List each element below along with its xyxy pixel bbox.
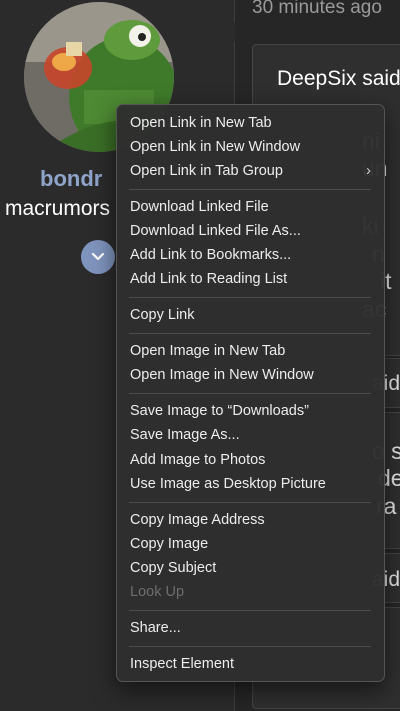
menu-item-save-image-as[interactable]: Save Image As... [130,424,375,446]
menu-separator [129,502,371,503]
menu-item-download-linked-file[interactable]: Download Linked File [130,196,375,218]
menu-item-add-link-reading-list[interactable]: Add Link to Reading List [130,268,375,290]
menu-item-copy-image[interactable]: Copy Image [130,533,375,555]
post-timestamp[interactable]: 30 minutes ago [252,0,382,19]
menu-item-open-link-new-window[interactable]: Open Link in New Window [130,136,375,158]
menu-item-copy-link[interactable]: Copy Link [130,304,375,326]
menu-item-download-linked-file-as[interactable]: Download Linked File As... [130,220,375,242]
menu-item-copy-image-address[interactable]: Copy Image Address [130,509,375,531]
menu-item-save-image-downloads[interactable]: Save Image to “Downloads” [130,400,375,422]
menu-item-look-up: Look Up [130,584,185,600]
menu-item-copy-subject[interactable]: Copy Subject [130,557,375,579]
menu-separator [129,646,371,647]
menu-separator [129,297,371,298]
chevron-down-icon [91,252,105,261]
expand-user-button[interactable] [81,240,115,274]
menu-separator [129,189,371,190]
username[interactable]: bondr [40,166,102,192]
menu-separator [129,333,371,334]
chevron-right-icon: › [366,162,371,179]
menu-item-open-image-new-window[interactable]: Open Image in New Window [130,364,375,386]
menu-item-open-link-tab-group[interactable]: Open Link in Tab Group › [130,160,375,182]
menu-item-open-image-new-tab[interactable]: Open Image in New Tab [130,340,375,362]
post-pointer [224,22,235,42]
menu-item-add-image-photos[interactable]: Add Image to Photos [130,449,375,471]
quote-author[interactable]: DeepSix said [277,67,400,91]
menu-item-add-link-bookmarks[interactable]: Add Link to Bookmarks... [130,244,375,266]
menu-separator [129,393,371,394]
menu-item-inspect-element[interactable]: Inspect Element [130,653,375,675]
menu-item-share[interactable]: Share... [130,617,375,639]
menu-item-label: Open Link in Tab Group [130,163,283,179]
menu-item-open-link-new-tab[interactable]: Open Link in New Tab [130,112,375,134]
menu-item-use-image-desktop[interactable]: Use Image as Desktop Picture [130,473,375,495]
context-menu: Open Link in New Tab Open Link in New Wi… [116,104,385,682]
user-title: macrumors [5,197,111,220]
menu-separator [129,610,371,611]
